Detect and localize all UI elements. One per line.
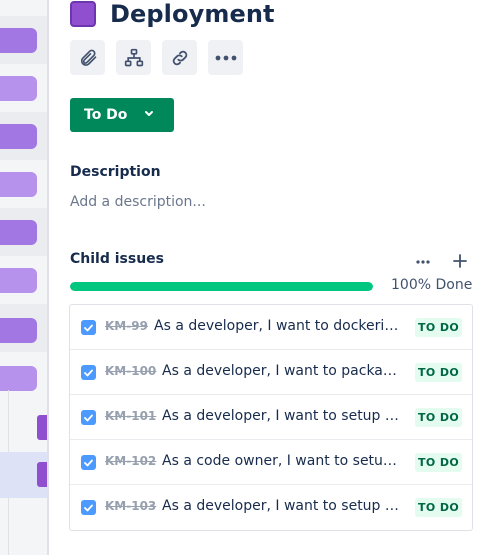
- child-issue-summary[interactable]: As a developer, I want to setup the pipe…: [162, 408, 404, 424]
- child-issue-key[interactable]: KM-101: [105, 409, 156, 423]
- child-issue-key[interactable]: KM-100: [105, 364, 156, 378]
- more-actions-button[interactable]: [208, 40, 243, 75]
- child-issue-checkbox[interactable]: [81, 455, 96, 470]
- plus-icon: [453, 254, 467, 268]
- paperclip-icon: [80, 49, 96, 66]
- status-dropdown[interactable]: To Do: [70, 98, 174, 132]
- issue-detail-panel: Deployment To Do Description Add a descr…: [49, 0, 495, 555]
- checkmark-icon: [84, 369, 93, 376]
- child-issue-row[interactable]: KM-101 As a developer, I want to setup t…: [70, 395, 472, 440]
- child-issue-status-badge[interactable]: TO DO: [415, 453, 463, 472]
- child-issue-icon: [124, 48, 143, 66]
- background-epic-bar: [0, 124, 37, 149]
- child-issues-more-button[interactable]: [413, 252, 433, 272]
- child-issue-status-badge[interactable]: TO DO: [415, 318, 463, 337]
- child-issue-summary[interactable]: As a code owner, I want to setup code re…: [162, 453, 404, 469]
- issue-header: Deployment: [70, 0, 275, 28]
- description-field[interactable]: Add a description...: [70, 194, 206, 210]
- child-issue-summary[interactable]: As a developer, I want to setup an envir…: [162, 498, 404, 514]
- child-issue-status-badge[interactable]: TO DO: [415, 498, 463, 517]
- child-issues-heading: Child issues: [70, 251, 164, 267]
- child-issue-checkbox[interactable]: [81, 410, 96, 425]
- child-issue-key[interactable]: KM-102: [105, 454, 156, 468]
- issue-toolbar: [70, 40, 243, 75]
- background-epic-bar: [0, 220, 37, 245]
- child-issue-summary[interactable]: As a developer, I want to package the ap…: [162, 363, 404, 379]
- status-label: To Do: [84, 107, 128, 123]
- child-issues-progress-bar: [70, 282, 373, 291]
- background-epic-bar: [0, 76, 37, 101]
- child-issue-status-badge[interactable]: TO DO: [415, 408, 463, 427]
- child-issue-row[interactable]: KM-102 As a code owner, I want to setup …: [70, 440, 472, 485]
- child-issue-summary[interactable]: As a developer, I want to dockerise the …: [154, 318, 404, 334]
- checkmark-icon: [84, 459, 93, 466]
- chevron-down-icon: [145, 111, 153, 116]
- checkmark-icon: [84, 414, 93, 421]
- add-child-issue-plus-button[interactable]: [450, 251, 470, 271]
- background-epic-bar: [0, 318, 37, 343]
- child-issue-status-badge[interactable]: TO DO: [415, 363, 463, 382]
- epic-icon: [70, 1, 96, 27]
- add-child-issue-button[interactable]: [116, 40, 151, 75]
- child-issue-row[interactable]: KM-103 As a developer, I want to setup a…: [70, 485, 472, 530]
- progress-text: 100% Done: [391, 277, 473, 293]
- child-issue-row[interactable]: KM-100 As a developer, I want to package…: [70, 350, 472, 395]
- child-issue-checkbox[interactable]: [81, 365, 96, 380]
- attach-button[interactable]: [70, 40, 105, 75]
- more-icon: [416, 260, 430, 264]
- child-issue-checkbox[interactable]: [81, 320, 96, 335]
- child-issue-checkbox[interactable]: [81, 500, 96, 515]
- more-icon: [215, 55, 236, 60]
- background-board: [0, 0, 48, 555]
- link-icon: [172, 50, 187, 65]
- background-epic-bar: [0, 268, 37, 293]
- progress-fill: [70, 282, 373, 291]
- issue-title[interactable]: Deployment: [110, 0, 275, 28]
- link-issue-button[interactable]: [162, 40, 197, 75]
- child-issue-row[interactable]: KM-99 As a developer, I want to dockeris…: [70, 305, 472, 350]
- background-epic-bar: [0, 28, 37, 53]
- checkmark-icon: [84, 504, 93, 511]
- child-issue-key[interactable]: KM-103: [105, 499, 156, 513]
- background-epic-bar: [0, 172, 37, 197]
- description-heading: Description: [70, 164, 161, 180]
- child-issues-list: KM-99 As a developer, I want to dockeris…: [69, 304, 473, 531]
- child-issue-key[interactable]: KM-99: [105, 319, 148, 333]
- checkmark-icon: [84, 324, 93, 331]
- background-epic-bar: [0, 366, 37, 391]
